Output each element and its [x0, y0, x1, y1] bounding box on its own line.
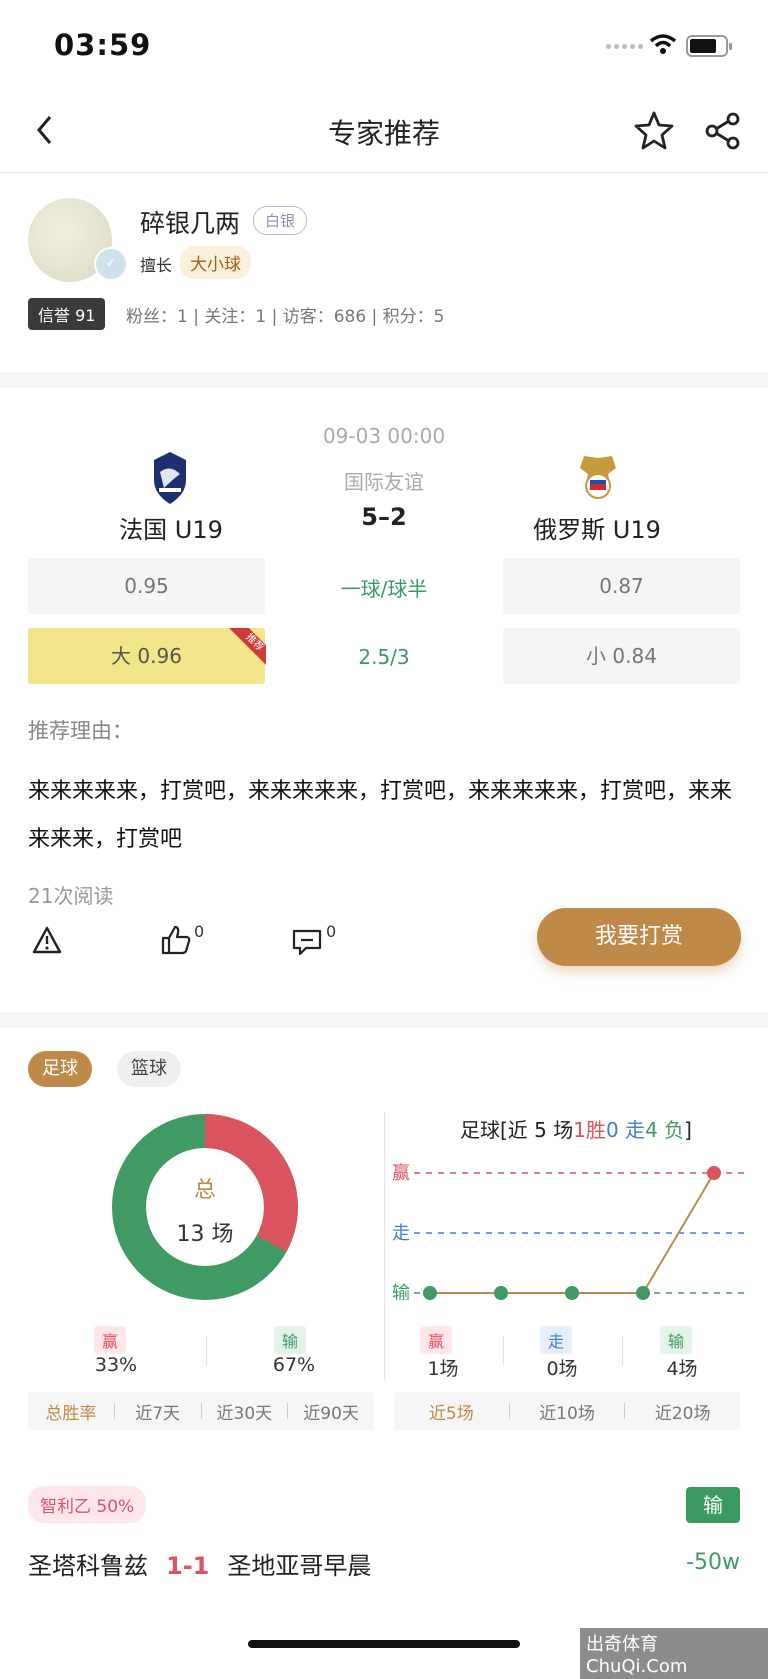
wifi-icon: [649, 34, 677, 54]
lose-percent: 67%: [272, 1354, 316, 1376]
status-time: 03:59: [54, 28, 152, 62]
win-percent: 33%: [94, 1354, 138, 1376]
comment-icon[interactable]: [292, 928, 322, 956]
away-team-name: 俄罗斯 U19: [533, 516, 661, 544]
level-tag: 白银: [253, 206, 308, 235]
trend-lose-label: 输: [660, 1326, 693, 1354]
comment-count: 0: [326, 922, 337, 941]
win-label: 赢: [94, 1326, 127, 1354]
expert-name: 碎银几两: [140, 209, 241, 238]
tab-basketball[interactable]: 篮球: [117, 1051, 181, 1087]
home-odds-box[interactable]: 0.95: [28, 558, 265, 614]
report-icon[interactable]: [32, 926, 62, 954]
handicap-line: 一球/球半: [340, 577, 428, 601]
recent-amount: -50w: [686, 1550, 740, 1575]
trend-lose-count: 4场: [666, 1358, 698, 1380]
like-count: 0: [194, 922, 205, 941]
lose-label: 输: [274, 1326, 307, 1354]
trend-axis-label: 走: [392, 1223, 410, 1244]
trend-win-label: 赢: [420, 1326, 453, 1354]
recent-match[interactable]: 圣塔科鲁兹 1-1 圣地亚哥早晨: [28, 1546, 371, 1581]
credit-badge: 信誉 91: [28, 298, 106, 330]
trend-point: [494, 1286, 508, 1300]
trend-period-tabs: 近5场 近10场 近20场: [394, 1392, 740, 1430]
watermark: 出奇体育 ChuQi.Com: [580, 1628, 768, 1679]
divider: [503, 1336, 504, 1366]
period-tab[interactable]: 近90天: [288, 1399, 374, 1424]
trend-point: [565, 1286, 579, 1300]
away-odds-box[interactable]: 0.87: [503, 558, 740, 614]
recent-away: 圣地亚哥早晨: [227, 1552, 372, 1580]
win-rate-donut: [112, 1114, 298, 1300]
trend-point: [423, 1286, 437, 1300]
match-datetime: 09-03 00:00: [322, 424, 446, 448]
tip-button[interactable]: 我要打赏: [537, 908, 741, 966]
divider: [622, 1336, 623, 1366]
donut-match-count: 13 场: [176, 1222, 234, 1247]
tab-football[interactable]: 足球: [28, 1051, 92, 1087]
trend-line-chart: 赢 走 输: [392, 1162, 744, 1300]
battery-icon: [686, 35, 732, 57]
russia-crest-icon: [580, 456, 616, 499]
period-tab[interactable]: 近30天: [202, 1399, 288, 1424]
recent-league-tag: 智利乙 50%: [28, 1486, 147, 1523]
donut-total-label: 总: [193, 1178, 216, 1203]
home-indicator: [248, 1640, 520, 1648]
reason-heading: 推荐理由：: [28, 719, 133, 743]
trend-point: [707, 1166, 721, 1180]
under-odds-box[interactable]: 小 0.84: [503, 628, 740, 684]
signal-icon: [606, 44, 643, 49]
trend-draw-label: 走: [540, 1326, 573, 1354]
section-divider: [0, 1012, 768, 1028]
period-tab[interactable]: 近20场: [625, 1399, 740, 1424]
period-tab[interactable]: 近5场: [394, 1399, 509, 1424]
level-badge-icon: ✓: [94, 247, 128, 281]
section-divider: [0, 372, 768, 388]
period-tab[interactable]: 近10场: [510, 1399, 625, 1424]
trend-draw-count: 0场: [546, 1358, 578, 1380]
trend-win-count: 1场: [427, 1358, 459, 1380]
trend-point: [636, 1286, 650, 1300]
total-line: 2.5/3: [358, 645, 410, 669]
good-at-label: 擅长: [140, 256, 173, 275]
reason-text: 来来来来来，打赏吧，来来来来来，打赏吧，来来来来来，打赏吧，来来来来来，打赏吧: [28, 779, 733, 852]
trend-axis-label: 输: [392, 1283, 410, 1300]
profile-stats: 粉丝：1 | 关注：1 | 访客：686 | 积分：5: [126, 307, 445, 327]
recent-score: 1-1: [166, 1552, 210, 1580]
recent-home: 圣塔科鲁兹: [28, 1552, 148, 1580]
read-count: 21次阅读: [28, 884, 114, 908]
trend-axis-label: 赢: [392, 1162, 410, 1184]
period-tab[interactable]: 总胜率: [28, 1399, 114, 1424]
good-at-tag: 大小球: [180, 246, 251, 279]
star-icon[interactable]: [634, 110, 674, 150]
period-tab[interactable]: 近7天: [115, 1399, 201, 1424]
divider: [206, 1336, 207, 1366]
trend-title: 足球[近 5 场1胜0 走4 负]: [460, 1118, 692, 1142]
like-icon[interactable]: [160, 924, 192, 956]
share-icon[interactable]: [704, 112, 742, 150]
recommend-ribbon: 推荐: [228, 628, 266, 666]
recent-result-badge: 输: [686, 1487, 740, 1523]
match-league: 国际友谊: [344, 470, 424, 494]
summary-period-tabs: 总胜率 近7天 近30天 近90天: [28, 1392, 374, 1430]
